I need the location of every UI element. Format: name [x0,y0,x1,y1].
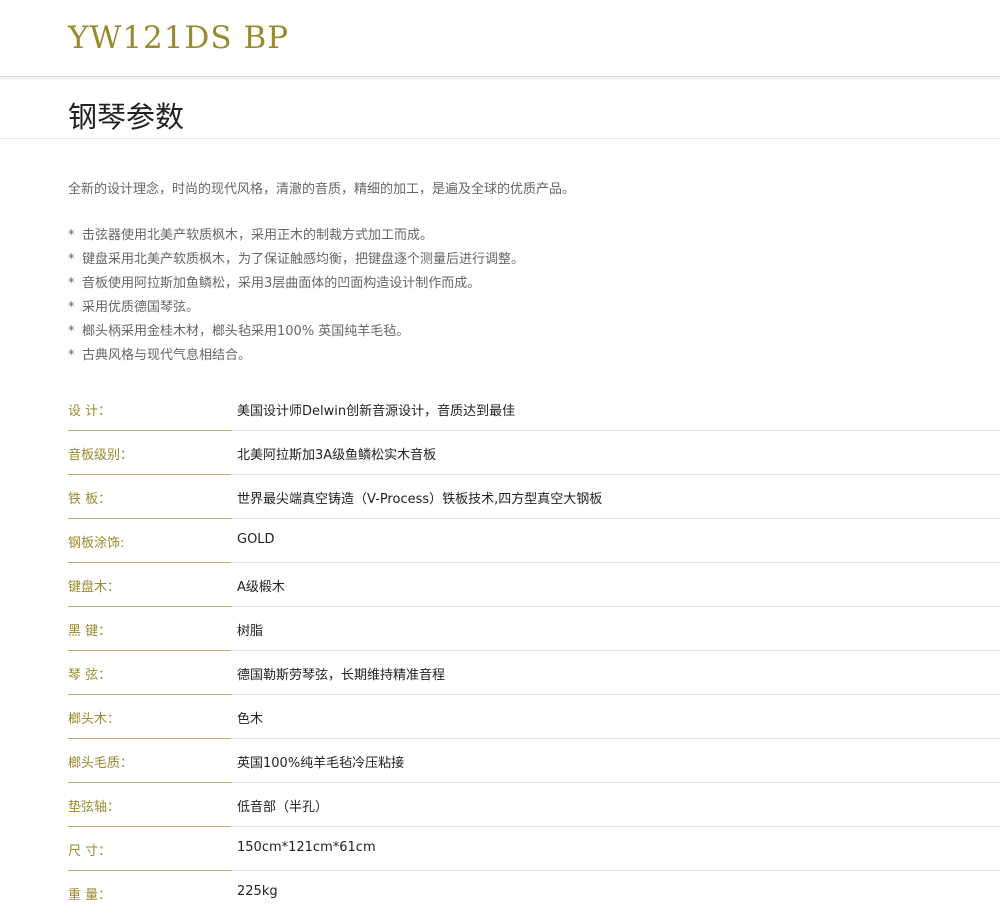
bullet-marker: * [68,324,75,339]
spec-row-strings: 琴 弦： 德国勒斯劳琴弦，长期维持精准音程 [68,651,1000,695]
spec-row-soundboard-grade: 音板级别： 北美阿拉斯加3A级鱼鳞松实木音板 [68,431,1000,475]
feature-text: 榔头柄采用金桂木材，榔头毡采用100% 英国纯羊毛毡。 [82,324,410,339]
spec-label: 榔头毛质： [68,756,134,771]
spec-label: 榔头木： [68,712,121,727]
spec-value: 225kg [237,884,278,899]
spec-row-black-keys: 黑 键： 树脂 [68,607,1000,651]
spec-row-iron-plate: 铁 板： 世界最尖端真空铸造（V-Process）铁板技术,四方型真空大钢板 [68,475,1000,519]
spec-value: 美国设计师Delwin创新音源设计，音质达到最佳 [237,404,516,419]
spec-value: 德国勒斯劳琴弦，长期维持精准音程 [237,668,446,683]
feature-item: * 键盘采用北美产软质枫木，为了保证触感均衡，把键盘逐个测量后进行调整。 [68,250,524,274]
spec-label: 重 量： [68,888,112,903]
bullet-marker: * [68,348,75,363]
spec-label: 音板级别： [68,448,134,463]
bullet-marker: * [68,228,75,243]
spec-label: 铁 板： [68,492,112,507]
spec-label: 垫弦轴： [68,800,121,815]
feature-text: 采用优质德国琴弦。 [82,300,200,315]
feature-item: * 古典风格与现代气息相结合。 [68,346,524,370]
bullet-marker: * [68,252,75,267]
feature-item: * 音板使用阿拉斯加鱼鳞松，采用3层曲面体的凹面构造设计制作而成。 [68,274,524,298]
spec-row-plate-finish: 钢板涂饰: GOLD [68,519,1000,563]
model-name-title: YW121DS BP [68,20,290,56]
section-divider [0,138,1000,139]
page-header: YW121DS BP [0,0,1000,77]
intro-text: 全新的设计理念，时尚的现代风格，清澈的音质，精细的加工，是遍及全球的优质产品。 [68,182,576,197]
spec-label: 键盘木： [68,580,121,595]
spec-value: 树脂 [237,624,264,639]
feature-item: * 榔头柄采用金桂木材，榔头毡采用100% 英国纯羊毛毡。 [68,322,524,346]
spec-value: 世界最尖端真空铸造（V-Process）铁板技术,四方型真空大钢板 [237,492,603,507]
bullet-marker: * [68,300,75,315]
spec-value: 色木 [237,712,264,727]
spec-row-weight: 重 量： 225kg [68,871,1000,915]
feature-text: 击弦器使用北美产软质枫木，采用正木的制裁方式加工而成。 [82,228,434,243]
spec-row-hammer-wood: 榔头木： 色木 [68,695,1000,739]
spec-value: 英国100%纯羊毛毡冷压粘接 [237,756,405,771]
feature-text: 音板使用阿拉斯加鱼鳞松，采用3层曲面体的凹面构造设计制作而成。 [82,276,481,291]
feature-text: 古典风格与现代气息相结合。 [82,348,252,363]
feature-list: * 击弦器使用北美产软质枫木，采用正木的制裁方式加工而成。 * 键盘采用北美产软质枫… [68,226,524,370]
feature-text: 键盘采用北美产软质枫木，为了保证触感均衡，把键盘逐个测量后进行调整。 [82,252,525,267]
feature-item: * 击弦器使用北美产软质枫木，采用正木的制裁方式加工而成。 [68,226,524,250]
spec-table: 设 计： 美国设计师Delwin创新音源设计，音质达到最佳 音板级别： 北美阿拉… [68,387,1000,915]
spec-value: A级椴木 [237,580,285,595]
spec-row-hammer-felt: 榔头毛质： 英国100%纯羊毛毡冷压粘接 [68,739,1000,783]
spec-row-design: 设 计： 美国设计师Delwin创新音源设计，音质达到最佳 [68,387,1000,431]
spec-value: GOLD [237,532,275,547]
spec-label: 琴 弦： [68,668,112,683]
spec-row-bass-pins: 垫弦轴： 低音部（半孔） [68,783,1000,827]
bullet-marker: * [68,276,75,291]
spec-value: 150cm*121cm*61cm [237,840,376,855]
spec-label: 钢板涂饰: [68,536,125,551]
spec-value: 北美阿拉斯加3A级鱼鳞松实木音板 [237,448,437,463]
spec-value: 低音部（半孔） [237,800,329,815]
feature-item: * 采用优质德国琴弦。 [68,298,524,322]
spec-label: 尺 寸： [68,844,112,859]
spec-label: 黑 键： [68,624,112,639]
spec-row-dimensions: 尺 寸： 150cm*121cm*61cm [68,827,1000,871]
spec-row-key-wood: 键盘木： A级椴木 [68,563,1000,607]
section-title: 钢琴参数 [68,100,185,134]
spec-label: 设 计： [68,404,112,419]
